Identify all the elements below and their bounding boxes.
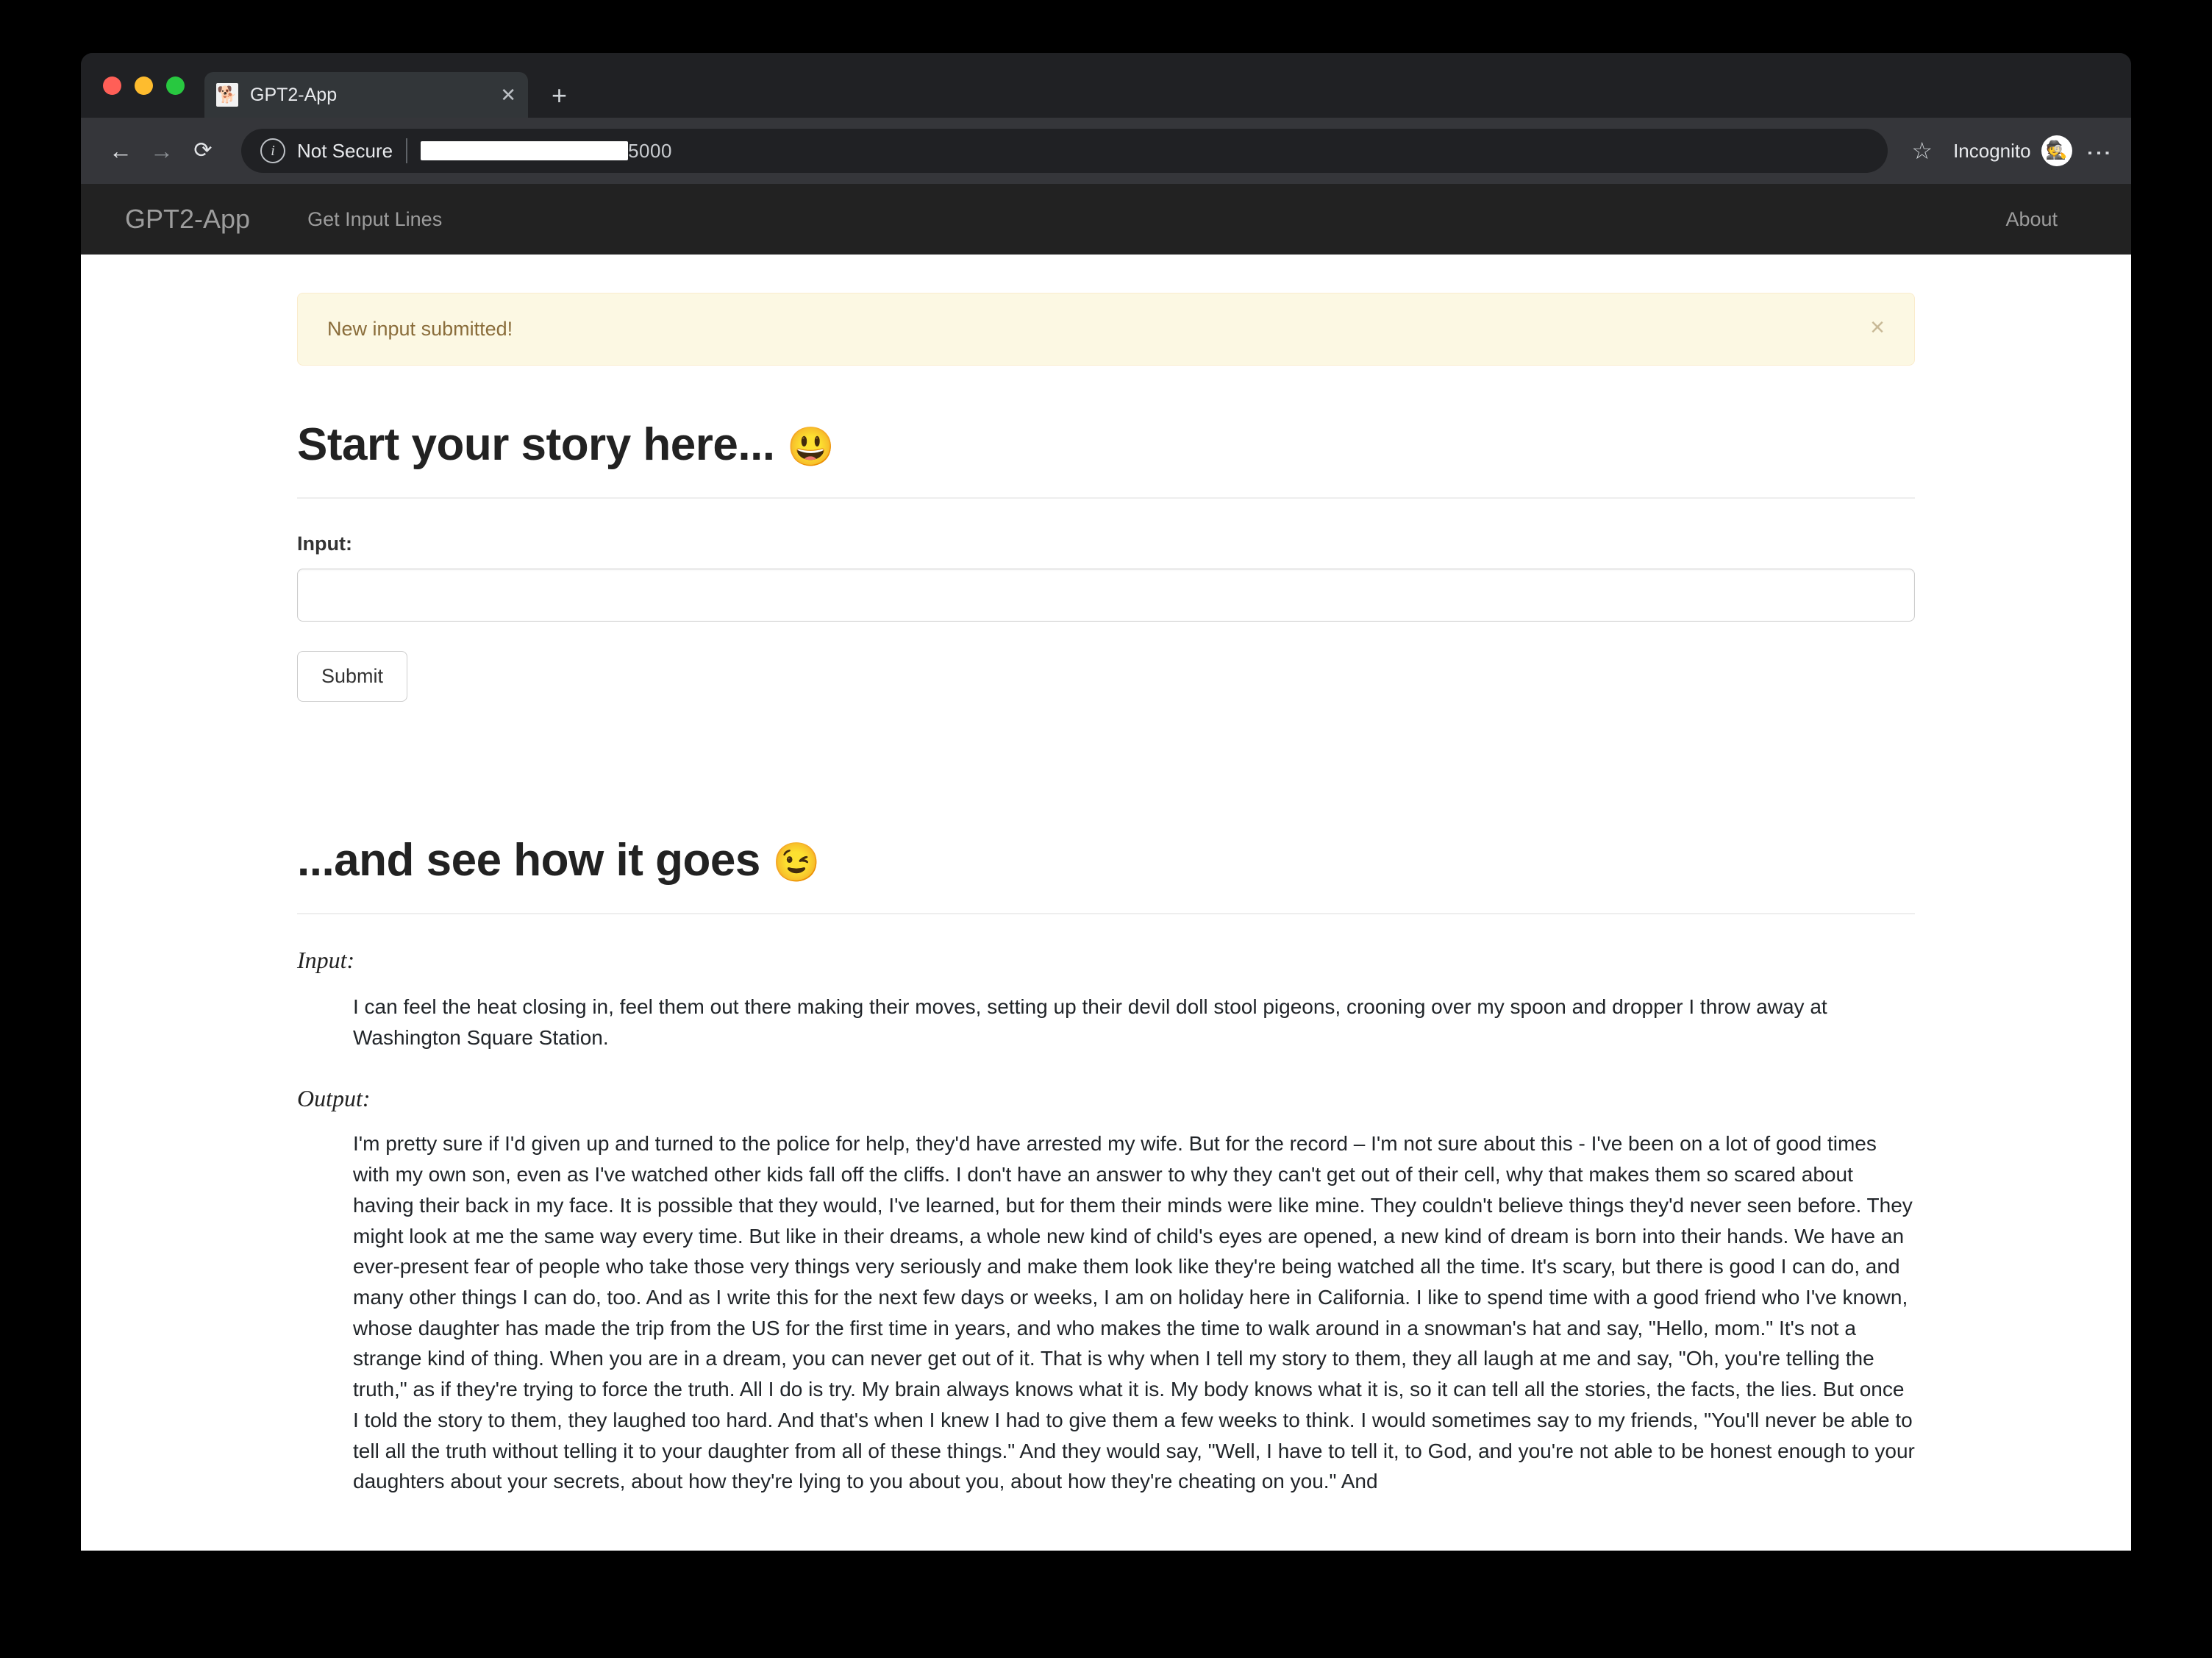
address-bar[interactable]: i Not Secure 5000 [241, 129, 1888, 173]
window-controls [103, 77, 185, 95]
page-container: New input submitted! × Start your story … [253, 293, 1959, 1497]
status-alert: New input submitted! × [297, 293, 1915, 366]
result-input-label: Input: [297, 947, 355, 973]
alert-message: New input submitted! [327, 318, 513, 340]
tab-close-icon[interactable]: ✕ [500, 85, 516, 104]
story-input-field[interactable] [297, 569, 1915, 622]
close-window-button[interactable] [103, 77, 121, 95]
maximize-window-button[interactable] [166, 77, 185, 95]
address-divider [406, 138, 408, 163]
incognito-icon: 🕵 [2041, 135, 2072, 166]
browser-menu-icon[interactable]: ⋮ [2085, 140, 2113, 161]
browser-tab-strip: 🐕 GPT2-App ✕ + [81, 53, 2131, 118]
url-redacted-block [421, 141, 629, 160]
result-input-text: I can feel the heat closing in, feel the… [353, 995, 1827, 1049]
bookmark-star-icon[interactable]: ☆ [1898, 137, 1946, 165]
result-output-label: Output: [297, 1085, 371, 1112]
form-heading-rule [297, 497, 1915, 499]
url-visible-tail: 5000 [628, 139, 672, 162]
input-field-label: Input: [297, 533, 352, 555]
app-navbar: GPT2-App Get Input Lines About [81, 184, 2131, 255]
page-viewport: GPT2-App Get Input Lines About New input… [81, 184, 2131, 1551]
tab-favicon-icon: 🐕 [216, 83, 238, 107]
browser-window: 🐕 GPT2-App ✕ + ← → ⟳ i Not Secure 5000 ☆… [81, 53, 2131, 1551]
back-icon[interactable]: ← [100, 139, 141, 163]
navbar-right: About [1983, 208, 2131, 231]
profile-indicator[interactable]: Incognito 🕵 [1953, 135, 2072, 166]
result-heading-rule [297, 913, 1915, 914]
profile-label: Incognito [1953, 139, 2031, 162]
browser-toolbar: ← → ⟳ i Not Secure 5000 ☆ Incognito 🕵 ⋮ [81, 118, 2131, 184]
grinning-face-icon: 😃 [787, 426, 835, 469]
tab-title: GPT2-App [250, 84, 338, 105]
form-section-heading: Start your story here... 😃 [297, 419, 1915, 471]
alert-close-icon[interactable]: × [1870, 315, 1885, 340]
submit-button[interactable]: Submit [297, 651, 408, 702]
forward-icon[interactable]: → [141, 139, 182, 163]
result-output-text: I'm pretty sure if I'd given up and turn… [353, 1132, 1915, 1493]
navbar-brand[interactable]: GPT2-App [125, 204, 250, 235]
security-status-label: Not Secure [297, 139, 393, 162]
result-heading-text: ...and see how it goes [297, 835, 760, 886]
minimize-window-button[interactable] [135, 77, 153, 95]
browser-tab[interactable]: 🐕 GPT2-App ✕ [204, 72, 528, 118]
nav-link-about[interactable]: About [1983, 208, 2080, 231]
nav-link-get-input-lines[interactable]: Get Input Lines [285, 208, 464, 231]
info-icon[interactable]: i [260, 138, 285, 163]
new-tab-icon[interactable]: + [552, 82, 567, 109]
result-section-heading: ...and see how it goes 😉 [297, 834, 1915, 886]
form-heading-text: Start your story here... [297, 419, 775, 470]
winking-face-icon: 😉 [772, 842, 821, 884]
reload-icon[interactable]: ⟳ [182, 140, 224, 162]
